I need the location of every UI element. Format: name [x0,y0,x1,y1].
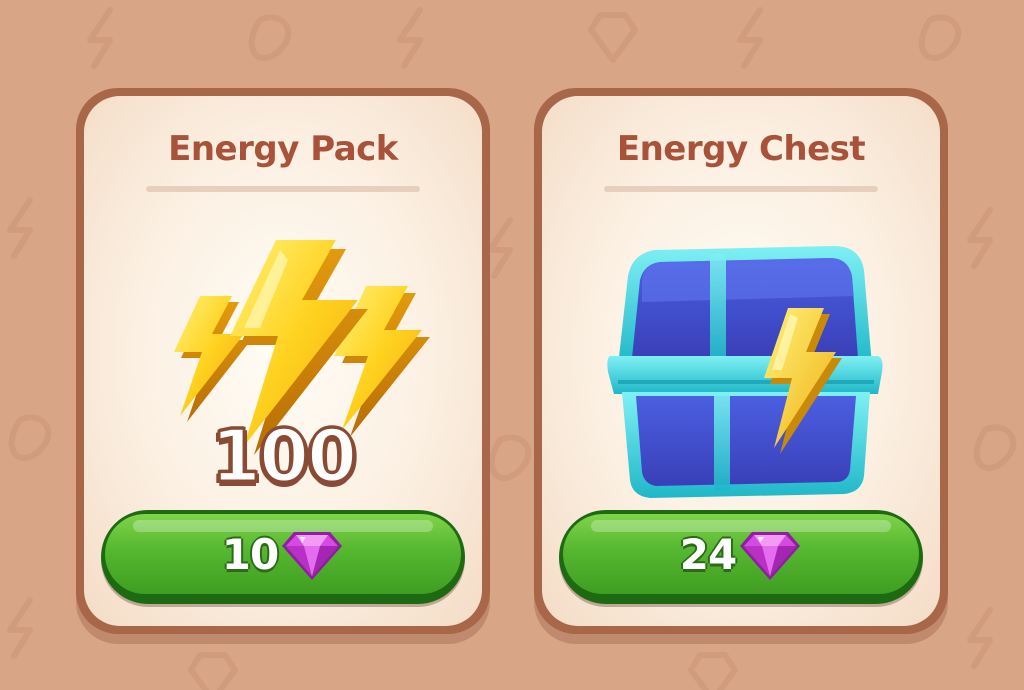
energy-chest-card[interactable]: Energy Chest 24 [534,88,948,634]
button-face: 10 [105,514,461,594]
price-label: 10 [221,529,279,579]
price-label: 24 [679,529,737,579]
buy-energy-pack-button[interactable]: 10 [101,510,465,604]
energy-pack-card[interactable]: Energy Pack 100 10 [76,88,490,634]
card-panel: Energy Chest 24 [542,96,940,626]
energy-amount: 100 [209,413,358,500]
gem-icon [282,532,343,580]
button-face: 24 [563,514,919,594]
card-panel: Energy Pack 100 10 [84,96,482,626]
gem-icon [740,532,801,580]
buy-energy-chest-button[interactable]: 24 [559,510,923,604]
